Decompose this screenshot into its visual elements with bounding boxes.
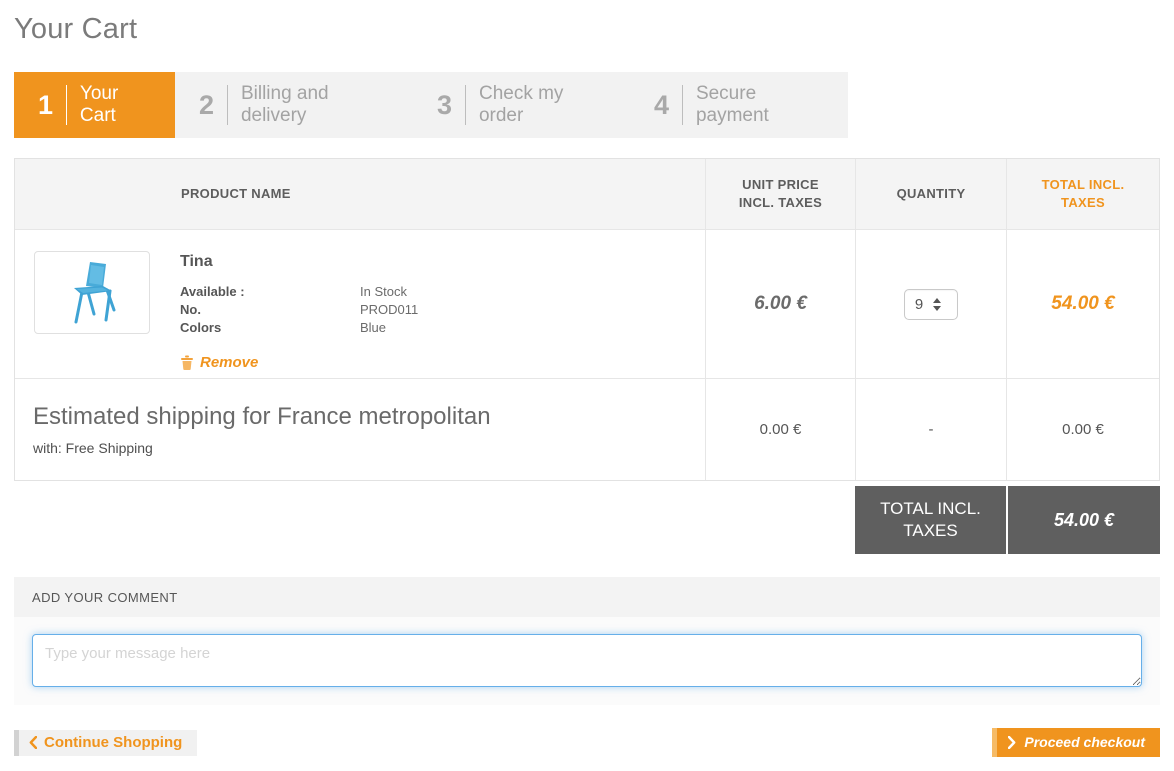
line-total-value: 54.00 € bbox=[1051, 293, 1114, 315]
product-name: Tina bbox=[180, 253, 418, 271]
shipping-carrier: with: Free Shipping bbox=[33, 440, 705, 456]
attribute-value: PROD011 bbox=[360, 301, 418, 319]
attribute-label: Available : bbox=[180, 283, 360, 301]
attribute-label: Colors bbox=[180, 319, 360, 337]
trash-icon bbox=[180, 355, 194, 370]
unit-price-value: 6.00 € bbox=[754, 293, 807, 315]
quantity-stepper[interactable] bbox=[904, 289, 958, 320]
checkout-steps: 1 Your Cart 2 Billing and delivery 3 Che… bbox=[14, 72, 1160, 138]
shipping-title: Estimated shipping for France metropolit… bbox=[33, 403, 705, 431]
step-secure-payment: 4 Secure payment bbox=[630, 72, 848, 138]
shipping-unit-price: 0.00 € bbox=[760, 421, 802, 438]
quantity-input[interactable] bbox=[905, 296, 933, 313]
step-divider bbox=[66, 85, 67, 125]
step-number: 1 bbox=[38, 90, 53, 121]
continue-shopping-label: Continue Shopping bbox=[44, 734, 182, 751]
step-divider bbox=[227, 85, 228, 125]
remove-label: Remove bbox=[200, 354, 258, 371]
attribute-value: Blue bbox=[360, 319, 386, 337]
header-total: TOTAL INCL. TAXES bbox=[1006, 159, 1159, 229]
step-billing-delivery: 2 Billing and delivery bbox=[175, 72, 413, 138]
continue-shopping-button[interactable]: Continue Shopping bbox=[14, 730, 197, 756]
shipping-total: 0.00 € bbox=[1062, 421, 1104, 438]
proceed-checkout-button[interactable]: Proceed checkout bbox=[992, 728, 1160, 757]
header-quantity: QUANTITY bbox=[855, 159, 1006, 229]
product-row: Tina Available : In Stock No. PROD011 Co… bbox=[15, 229, 1159, 378]
step-divider bbox=[465, 85, 466, 125]
step-label: Secure payment bbox=[696, 83, 848, 127]
attribute-reference: No. PROD011 bbox=[180, 301, 418, 319]
chevron-left-icon bbox=[29, 736, 37, 749]
chevron-down-icon[interactable] bbox=[933, 306, 941, 311]
grand-total-label: TOTAL INCL. TAXES bbox=[855, 486, 1006, 554]
step-label: Check my order bbox=[479, 83, 630, 127]
comment-heading: ADD YOUR COMMENT bbox=[14, 577, 1160, 617]
chevron-up-icon[interactable] bbox=[933, 298, 941, 303]
step-divider bbox=[682, 85, 683, 125]
attribute-value: In Stock bbox=[360, 283, 407, 301]
step-your-cart[interactable]: 1 Your Cart bbox=[14, 72, 175, 138]
product-image[interactable] bbox=[34, 251, 150, 334]
step-number: 3 bbox=[437, 90, 452, 121]
header-unit-price: UNIT PRICE INCL. TAXES bbox=[705, 159, 855, 229]
step-number: 2 bbox=[199, 90, 214, 121]
proceed-checkout-label: Proceed checkout bbox=[1024, 734, 1145, 750]
chair-illustration bbox=[44, 258, 140, 328]
attribute-availability: Available : In Stock bbox=[180, 283, 418, 301]
grand-total-row: TOTAL INCL. TAXES 54.00 € bbox=[14, 486, 1160, 554]
step-check-order: 3 Check my order bbox=[413, 72, 630, 138]
shipping-quantity: - bbox=[929, 421, 934, 438]
attribute-colors: Colors Blue bbox=[180, 319, 418, 337]
chevron-right-icon bbox=[1008, 736, 1016, 749]
cart-page: Your Cart 1 Your Cart 2 Billing and deli… bbox=[14, 0, 1160, 757]
product-details: Tina Available : In Stock No. PROD011 Co… bbox=[180, 251, 418, 378]
comment-section: ADD YOUR COMMENT bbox=[14, 577, 1160, 705]
step-number: 4 bbox=[654, 90, 669, 121]
cart-table-header: PRODUCT NAME UNIT PRICE INCL. TAXES QUAN… bbox=[15, 159, 1159, 229]
attribute-label: No. bbox=[180, 301, 360, 319]
shipping-row: Estimated shipping for France metropolit… bbox=[15, 378, 1159, 480]
step-label: Billing and delivery bbox=[241, 83, 413, 127]
cart-table: PRODUCT NAME UNIT PRICE INCL. TAXES QUAN… bbox=[14, 158, 1160, 481]
grand-total-value: 54.00 € bbox=[1006, 486, 1160, 554]
footer-actions: Continue Shopping Proceed checkout bbox=[14, 728, 1160, 757]
step-label: Your Cart bbox=[80, 83, 175, 127]
page-title: Your Cart bbox=[14, 0, 1160, 46]
stepper-arrows[interactable] bbox=[933, 298, 943, 311]
remove-product-link[interactable]: Remove bbox=[180, 354, 258, 371]
comment-textarea[interactable] bbox=[32, 634, 1142, 687]
header-product-name: PRODUCT NAME bbox=[15, 159, 705, 229]
